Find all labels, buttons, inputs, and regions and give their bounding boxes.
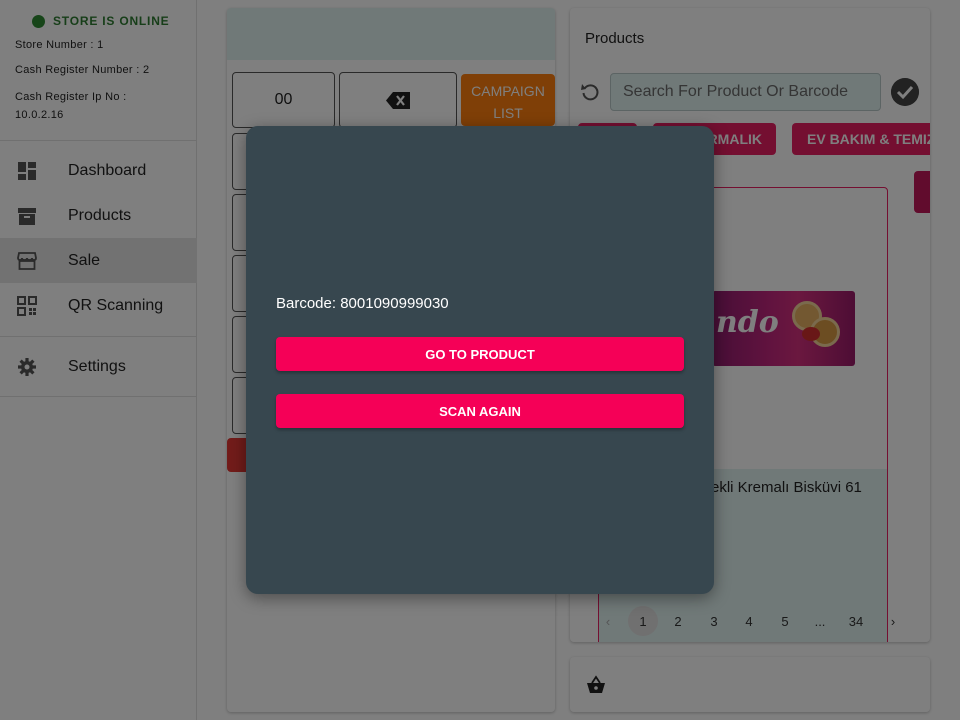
go-to-product-button[interactable]: GO TO PRODUCT: [276, 337, 684, 371]
scan-again-button[interactable]: SCAN AGAIN: [276, 394, 684, 428]
barcode-dialog: Barcode: 8001090999030 GO TO PRODUCT SCA…: [246, 126, 714, 594]
barcode-text: Barcode: 8001090999030: [276, 295, 449, 312]
